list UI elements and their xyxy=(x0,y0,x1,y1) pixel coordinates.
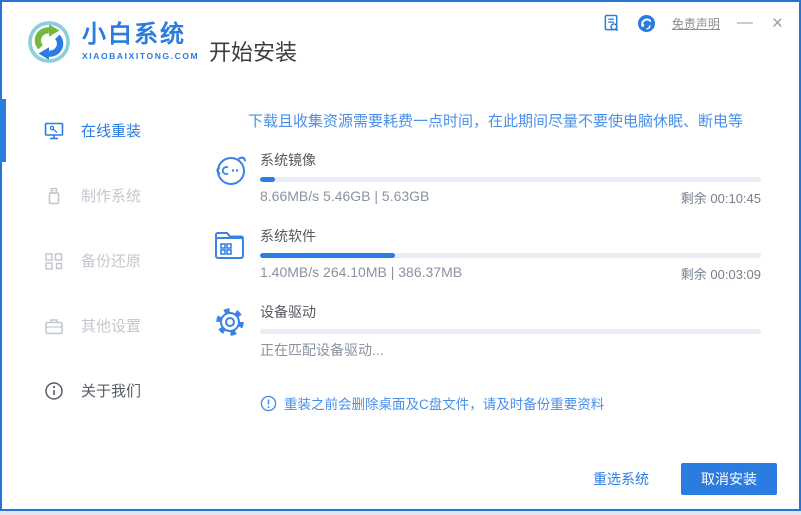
header: 小白系统 XIAOBAIXITONG.COM 开始安装 免责声明 — × xyxy=(2,2,799,90)
headset-icon[interactable] xyxy=(637,13,657,33)
main-content: 下载且收集资源需要耗费一点时间，在此期间尽量不要使电脑休眠、断电等 系统镜像 8… xyxy=(192,90,799,509)
sidebar-item-other-settings[interactable]: 其他设置 xyxy=(2,293,192,358)
document-search-icon[interactable] xyxy=(602,13,622,33)
task-status: 正在匹配设备驱动... xyxy=(260,342,384,358)
progress-fill xyxy=(260,253,396,258)
footer-actions: 重选系统 取消安装 xyxy=(587,463,777,495)
progress-bar xyxy=(260,177,761,182)
download-warning-text: 下载且收集资源需要耗费一点时间，在此期间尽量不要使电脑休眠、断电等 xyxy=(247,113,743,130)
backup-notice: 重装之前会删除桌面及C盘文件，请及时备份重要资料 xyxy=(260,393,604,413)
cancel-install-button[interactable]: 取消安装 xyxy=(681,463,777,495)
progress-bar xyxy=(260,253,761,258)
task-row-device-driver: 设备驱动 正在匹配设备驱动... xyxy=(212,300,761,360)
task-remaining: 剩余 00:03:09 xyxy=(680,267,761,282)
progress-fill xyxy=(260,177,276,182)
progress-bar xyxy=(260,329,761,334)
app-logo: 小白系统 XIAOBAIXITONG.COM xyxy=(26,19,199,65)
sidebar-item-label: 制作系统 xyxy=(81,188,142,205)
task-status: 8.66MB/s 5.46GB | 5.63GB xyxy=(260,188,430,204)
page-title: 开始安装 xyxy=(209,40,298,65)
mascot-face-icon xyxy=(216,156,246,185)
alert-circle-icon xyxy=(260,395,277,411)
close-button[interactable]: × xyxy=(770,14,785,33)
sidebar: 在线重装 制作系统 备份还原 其他设置 关于我们 xyxy=(0,90,192,509)
task-row-system-image: 系统镜像 8.66MB/s 5.46GB | 5.63GB 剩余 00:10:4… xyxy=(212,148,761,207)
task-label: 设备驱动 xyxy=(260,304,316,320)
briefcase-icon xyxy=(45,318,63,334)
reselect-system-button[interactable]: 重选系统 xyxy=(587,468,655,490)
usb-drive-icon xyxy=(48,187,60,204)
recycle-arrows-logo-icon xyxy=(28,21,70,63)
sidebar-item-label: 其他设置 xyxy=(81,318,142,335)
task-status: 1.40MB/s 264.10MB | 386.37MB xyxy=(260,264,463,280)
task-row-system-software: 系统软件 1.40MB/s 264.10MB | 386.37MB 剩余 00:… xyxy=(212,224,761,283)
folder-grid-icon xyxy=(215,232,244,259)
info-circle-icon xyxy=(45,381,63,400)
task-remaining: 剩余 00:10:45 xyxy=(680,191,761,206)
sidebar-item-make-system[interactable]: 制作系统 xyxy=(2,163,192,228)
blocks-icon xyxy=(45,252,63,270)
sidebar-item-label: 备份还原 xyxy=(81,253,142,270)
disclaimer-link[interactable]: 免责声明 xyxy=(672,15,720,32)
task-list: 系统镜像 8.66MB/s 5.46GB | 5.63GB 剩余 00:10:4… xyxy=(212,148,761,377)
task-label: 系统镜像 xyxy=(260,152,316,168)
backup-notice-text: 重装之前会删除桌面及C盘文件，请及时备份重要资料 xyxy=(284,397,605,412)
minimize-button[interactable]: — xyxy=(735,15,755,31)
sidebar-item-label: 关于我们 xyxy=(81,383,142,400)
brand-name: 小白系统 xyxy=(82,21,186,49)
sidebar-item-label: 在线重装 xyxy=(81,123,142,140)
sidebar-item-backup-restore[interactable]: 备份还原 xyxy=(2,228,192,293)
sidebar-item-about-us[interactable]: 关于我们 xyxy=(2,358,192,423)
active-indicator xyxy=(0,99,6,162)
sidebar-item-online-reinstall[interactable]: 在线重装 xyxy=(0,98,192,163)
monitor-icon xyxy=(44,122,64,139)
app-window: 小白系统 XIAOBAIXITONG.COM 开始安装 免责声明 — × 在线重… xyxy=(0,0,801,511)
titlebar-controls: 免责声明 — × xyxy=(602,10,785,36)
task-label: 系统软件 xyxy=(260,228,316,244)
gear-icon xyxy=(216,308,244,336)
brand-domain: XIAOBAIXITONG.COM xyxy=(82,51,200,62)
